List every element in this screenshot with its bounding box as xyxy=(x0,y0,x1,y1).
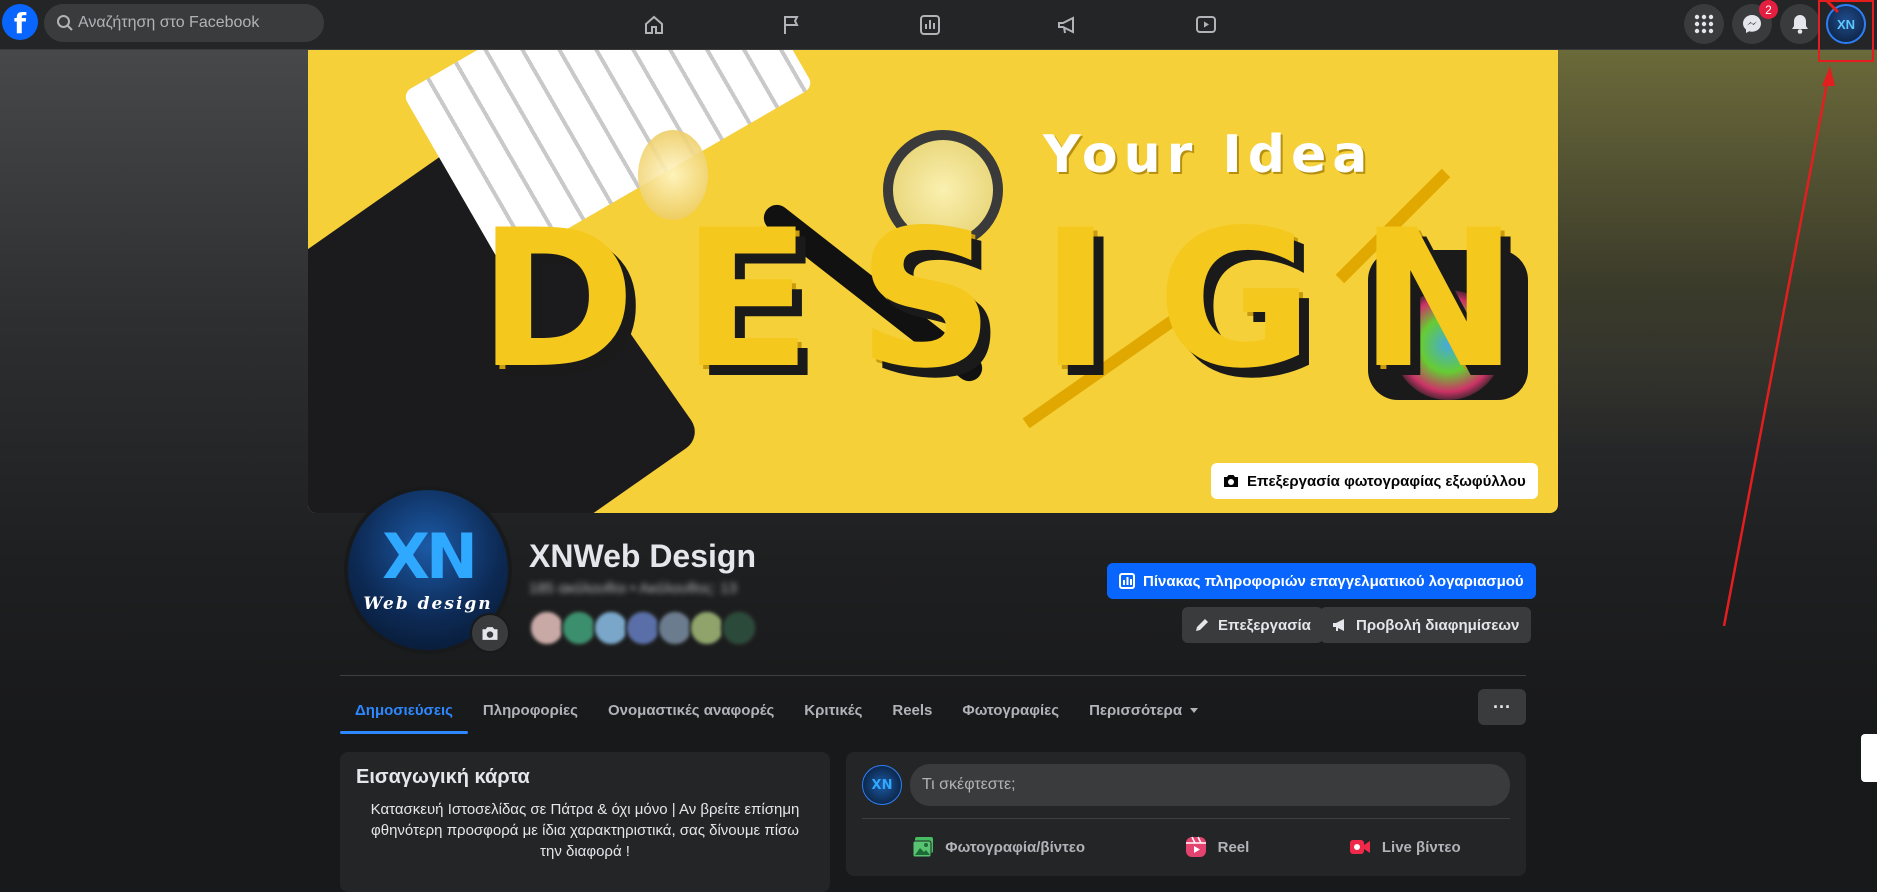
composer-input[interactable] xyxy=(910,764,1510,806)
profile-logo-mark: XN xyxy=(382,520,478,593)
reel-button[interactable]: Reel xyxy=(1168,827,1266,867)
search-input[interactable] xyxy=(76,13,310,33)
page-stats[interactable]: 185 ακόλουθοι • Ακόλουθος: 13 xyxy=(529,580,737,597)
page-title: XNWeb Design xyxy=(529,538,756,574)
bell-icon[interactable] xyxy=(1780,4,1820,44)
tab-more[interactable]: Περισσότερα xyxy=(1074,686,1215,734)
edit-page-button[interactable]: Επεξεργασία xyxy=(1182,607,1323,643)
update-profile-picture-button[interactable] xyxy=(470,613,510,653)
facebook-logo-text: f xyxy=(13,7,27,40)
video-icon[interactable] xyxy=(1190,9,1222,41)
edit-cover-photo-button[interactable]: Επεξεργασία φωτογραφίας εξωφύλλου xyxy=(1211,463,1538,499)
follower-avatar[interactable] xyxy=(689,610,725,646)
tab-mentions[interactable]: Ονομαστικές αναφορές xyxy=(593,686,789,734)
top-navigation-bar: f 2 XN xyxy=(0,0,1877,50)
dashboard-label: Πίνακας πληροφοριών επαγγελματικού λογαρ… xyxy=(1143,572,1524,590)
more-options-button[interactable]: ··· xyxy=(1478,689,1526,725)
composer-actions: Φωτογραφία/βίντεο Reel Live βίντεο xyxy=(862,827,1510,867)
backdrop-glow xyxy=(1557,50,1877,450)
cover-headline: Your Idea xyxy=(1043,125,1374,185)
camera-icon xyxy=(1224,475,1238,487)
home-icon[interactable] xyxy=(638,9,670,41)
profile-tabs: Δημοσιεύσεις Πληροφορίες Ονομαστικές ανα… xyxy=(340,686,1215,734)
professional-dashboard-button[interactable]: Πίνακας πληροφοριών επαγγελματικού λογαρ… xyxy=(1107,563,1536,599)
intro-card: Εισαγωγική κάρτα Κατασκευή Ιστοσελίδας σ… xyxy=(340,752,830,892)
composer-divider xyxy=(862,818,1510,819)
cover-photo[interactable]: Your Idea DESIGN xyxy=(308,50,1558,513)
composer-avatar-mark: XN xyxy=(871,777,893,793)
promote-label: Προβολή διαφημίσεων xyxy=(1356,616,1520,634)
edit-label: Επεξεργασία xyxy=(1218,616,1311,634)
intro-bio: Κατασκευή Ιστοσελίδας σε Πάτρα & όχι μόν… xyxy=(370,801,800,860)
follower-avatar[interactable] xyxy=(593,610,629,646)
promote-button[interactable]: Προβολή διαφημίσεων xyxy=(1320,607,1532,643)
follower-avatar[interactable] xyxy=(657,610,693,646)
dashboard-icon xyxy=(1119,573,1135,589)
annotation-highlight-box xyxy=(1818,0,1874,62)
edit-cover-label: Επεξεργασία φωτογραφίας εξωφύλλου xyxy=(1247,472,1526,490)
insights-icon[interactable] xyxy=(914,9,946,41)
tab-reels[interactable]: Reels xyxy=(877,686,947,734)
follower-avatar[interactable] xyxy=(721,610,757,646)
reel-label: Reel xyxy=(1217,838,1250,856)
tab-about[interactable]: Πληροφορίες xyxy=(468,686,593,734)
camera-icon xyxy=(482,626,498,640)
megaphone-icon xyxy=(1333,619,1344,631)
messenger-icon[interactable]: 2 xyxy=(1732,0,1778,44)
pencil-icon xyxy=(1196,619,1208,631)
follower-avatars[interactable] xyxy=(529,610,757,646)
cover-design-word: DESIGN xyxy=(478,189,1558,410)
search-icon xyxy=(57,15,73,31)
menu-grid-icon[interactable] xyxy=(1684,4,1724,44)
search-box[interactable] xyxy=(44,4,324,42)
tab-photos[interactable]: Φωτογραφίες xyxy=(947,686,1074,734)
messenger-badge: 2 xyxy=(1759,0,1778,19)
reel-icon xyxy=(1185,836,1206,857)
megaphone-icon[interactable] xyxy=(1052,9,1084,41)
facebook-logo[interactable]: f xyxy=(2,4,38,40)
tab-reviews[interactable]: Κριτικές xyxy=(789,686,877,734)
flag-icon[interactable] xyxy=(776,9,808,41)
tab-posts[interactable]: Δημοσιεύσεις xyxy=(340,686,468,734)
live-video-button[interactable]: Live βίντεο xyxy=(1332,827,1477,867)
composer-row: XN xyxy=(862,764,1510,806)
composer-avatar[interactable]: XN xyxy=(862,765,902,805)
follower-avatar[interactable] xyxy=(625,610,661,646)
profile-logo-subtitle: Web design xyxy=(363,594,493,614)
follower-avatar[interactable] xyxy=(529,610,565,646)
intro-title: Εισαγωγική κάρτα xyxy=(356,766,530,788)
photo-video-button[interactable]: Φωτογραφία/βίντεο xyxy=(895,827,1101,867)
side-feedback-tab[interactable] xyxy=(1861,734,1877,782)
photo-video-label: Φωτογραφία/βίντεο xyxy=(945,838,1086,856)
more-options-dots: ··· xyxy=(1493,696,1511,717)
live-video-label: Live βίντεο xyxy=(1381,838,1461,856)
profile-divider xyxy=(340,675,1526,676)
photo-icon xyxy=(912,837,934,858)
follower-avatar[interactable] xyxy=(561,610,597,646)
caret-down-icon xyxy=(1190,708,1199,713)
post-composer: XN Φωτογραφία/βίντεο Reel Live βίντεο xyxy=(846,752,1526,876)
live-video-icon xyxy=(1349,840,1370,854)
tab-more-label: Περισσότερα xyxy=(1089,701,1183,719)
